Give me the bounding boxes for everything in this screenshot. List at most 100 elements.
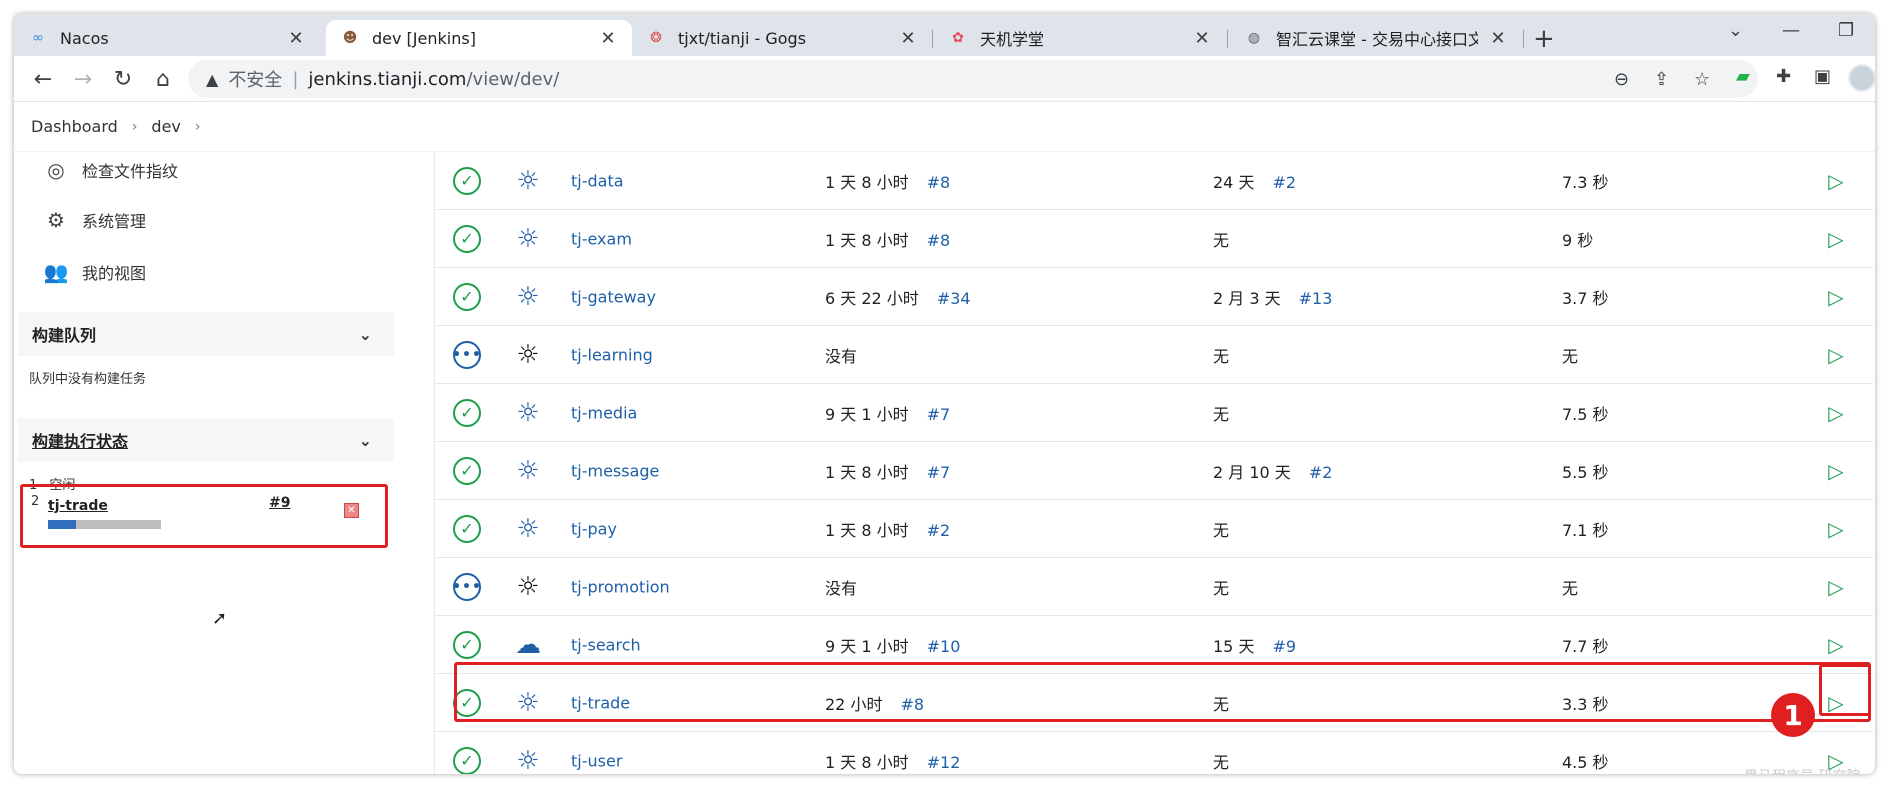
last-failure-cell: 无 <box>1213 227 1229 251</box>
back-arrow-icon[interactable]: ← <box>28 64 58 94</box>
executor-build-link[interactable]: #9 <box>269 495 290 511</box>
executor-status-header[interactable]: 构建执行状态 ⌄ <box>18 418 394 462</box>
tab-nacos[interactable]: ∞ Nacos ✕ <box>14 20 320 56</box>
job-name-link[interactable]: tj-media <box>571 403 637 422</box>
chevron-down-icon[interactable]: ⌄ <box>359 431 372 450</box>
last-success-build-link[interactable]: #8 <box>927 173 951 192</box>
zoom-out-icon[interactable]: ⊖ <box>1614 69 1629 90</box>
build-queue-title: 构建队列 <box>32 326 97 345</box>
url-path: /view/dev/ <box>466 68 560 90</box>
job-name-link[interactable]: tj-user <box>571 751 622 770</box>
success-status-icon: ✓ <box>453 398 481 427</box>
run-build-icon[interactable]: ▷ <box>1825 227 1847 251</box>
run-build-icon[interactable]: ▷ <box>1825 633 1847 657</box>
warning-triangle-icon[interactable]: ▲ <box>206 70 218 89</box>
last-failure-build-link[interactable]: #2 <box>1272 173 1296 192</box>
step-callout: 1 <box>1771 693 1815 737</box>
last-success-build-link[interactable]: #34 <box>937 289 971 308</box>
job-name-link[interactable]: tj-exam <box>571 229 632 248</box>
last-failure-time: 无 <box>1213 346 1230 366</box>
run-build-icon[interactable]: ▷ <box>1825 401 1847 425</box>
last-success-build-link[interactable]: #7 <box>927 463 951 482</box>
table-row: ••• ☼ tj-learning 没有 无 无 ▷ <box>435 326 1873 384</box>
avatar[interactable] <box>1848 64 1875 92</box>
chevron-down-icon[interactable]: ⌄ <box>359 325 372 344</box>
table-row: ✓ ☼ tj-gateway 6 天 22 小时 #34 2 月 3 天 #13 3.7 秒 ▷ <box>435 268 1873 326</box>
chevron-right-icon[interactable]: › <box>132 119 138 135</box>
tab-gogs[interactable]: ❂ tjxt/tianji - Gogs ✕ <box>632 20 932 56</box>
tab-tianji[interactable]: ✿ 天机学堂 ✕ <box>934 20 1226 56</box>
job-name-link[interactable]: tj-data <box>571 171 624 190</box>
maximize-icon[interactable]: ❐ <box>1838 20 1854 41</box>
last-success-cell: 6 天 22 小时 #34 <box>825 285 971 309</box>
bookmark-star-icon[interactable]: ☆ <box>1694 69 1710 90</box>
last-success-build-link[interactable]: #8 <box>927 231 951 250</box>
breadcrumb-dev[interactable]: dev <box>151 117 180 136</box>
forward-arrow-icon[interactable]: → <box>68 64 98 94</box>
success-status-icon: ✓ <box>453 456 481 485</box>
job-name-link[interactable]: tj-message <box>571 461 659 480</box>
last-failure-build-link[interactable]: #9 <box>1272 637 1296 656</box>
last-success-time: 9 天 1 小时 <box>825 636 909 656</box>
tab-separator <box>1523 30 1524 48</box>
new-tab-button[interactable]: + <box>1533 24 1555 54</box>
close-icon[interactable]: ✕ <box>898 28 918 49</box>
close-icon[interactable]: ✕ <box>1192 28 1212 49</box>
fingerprint-icon: ◎ <box>47 158 65 182</box>
sidebar-item-fingerprint[interactable]: ◎ 检查文件指纹 <box>44 158 178 182</box>
gear-icon: ⚙ <box>47 208 65 232</box>
last-success-build-link[interactable]: #7 <box>927 405 951 424</box>
address-bar[interactable]: ▲ 不安全 | jenkins.tianji.com /view/dev/ ⊖ … <box>188 60 1758 98</box>
last-success-build-link[interactable]: #10 <box>927 637 961 656</box>
last-success-build-link[interactable]: #12 <box>927 753 961 772</box>
side-panel-icon[interactable]: ▣ <box>1814 66 1831 87</box>
breadcrumb-dashboard[interactable]: Dashboard <box>31 117 118 136</box>
job-name-link[interactable]: tj-pay <box>571 519 617 538</box>
sidebar-item-manage[interactable]: ⚙ 系统管理 <box>44 208 146 232</box>
last-failure-cell: 2 月 10 天 #2 <box>1213 459 1332 483</box>
last-failure-build-link[interactable]: #13 <box>1299 289 1333 308</box>
run-build-icon[interactable]: ▷ <box>1825 517 1847 541</box>
share-icon[interactable]: ⇪ <box>1654 69 1669 90</box>
puzzle-icon[interactable]: ✚ <box>1776 66 1791 87</box>
tab-jenkins[interactable]: ☻ dev [Jenkins] ✕ <box>326 20 632 56</box>
home-icon[interactable]: ⌂ <box>148 64 178 94</box>
last-success-time: 1 天 8 小时 <box>825 462 909 482</box>
last-success-build-link[interactable]: #2 <box>927 521 951 540</box>
job-name-link[interactable]: tj-learning <box>571 345 653 364</box>
run-build-icon[interactable]: ▷ <box>1825 575 1847 599</box>
duration-cell: 9 秒 <box>1562 230 1594 250</box>
tab-api-docs[interactable]: ◍ 智汇云课堂 - 交易中心接口文档 ✕ <box>1230 20 1522 56</box>
close-icon[interactable]: ✕ <box>598 28 618 49</box>
stop-build-icon[interactable]: ✕ <box>344 503 359 518</box>
duration-cell: 7.1 秒 <box>1562 520 1609 540</box>
reload-icon[interactable]: ↻ <box>108 64 138 94</box>
minimize-icon[interactable]: — <box>1782 20 1800 41</box>
executor-status-title[interactable]: 构建执行状态 <box>32 428 128 452</box>
duration-cell: 无 <box>1562 578 1579 598</box>
last-failure-time: 2 月 3 天 <box>1213 288 1281 308</box>
build-queue-header[interactable]: 构建队列 ⌄ <box>18 312 394 356</box>
last-failure-build-link[interactable]: #2 <box>1309 463 1333 482</box>
run-build-icon[interactable]: ▷ <box>1825 285 1847 309</box>
job-name-link[interactable]: tj-promotion <box>571 577 670 596</box>
executor-number: 2 <box>31 494 40 509</box>
extension-icon[interactable]: ▰ <box>1736 66 1750 87</box>
last-success-cell: 1 天 8 小时 #2 <box>825 517 950 541</box>
tab-search-icon[interactable]: ⌄ <box>1728 20 1743 41</box>
run-build-icon[interactable]: ▷ <box>1825 169 1847 193</box>
chevron-right-icon[interactable]: › <box>195 119 201 135</box>
tab-title: 智汇云课堂 - 交易中心接口文档 <box>1276 30 1478 49</box>
run-build-icon[interactable]: ▷ <box>1825 459 1847 483</box>
last-failure-time: 24 天 <box>1213 172 1255 192</box>
tab-title: 天机学堂 <box>980 30 1045 49</box>
job-name-link[interactable]: tj-search <box>571 635 641 654</box>
last-success-time: 1 天 8 小时 <box>825 172 909 192</box>
executor-job-link[interactable]: tj-trade <box>48 498 108 514</box>
close-icon[interactable]: ✕ <box>286 28 306 49</box>
job-name-link[interactable]: tj-gateway <box>571 287 656 306</box>
run-build-icon[interactable]: ▷ <box>1825 343 1847 367</box>
close-icon[interactable]: ✕ <box>1488 28 1508 49</box>
sidebar-item-my-views[interactable]: 👥 我的视图 <box>44 260 146 284</box>
duration-cell: 无 <box>1562 346 1579 366</box>
